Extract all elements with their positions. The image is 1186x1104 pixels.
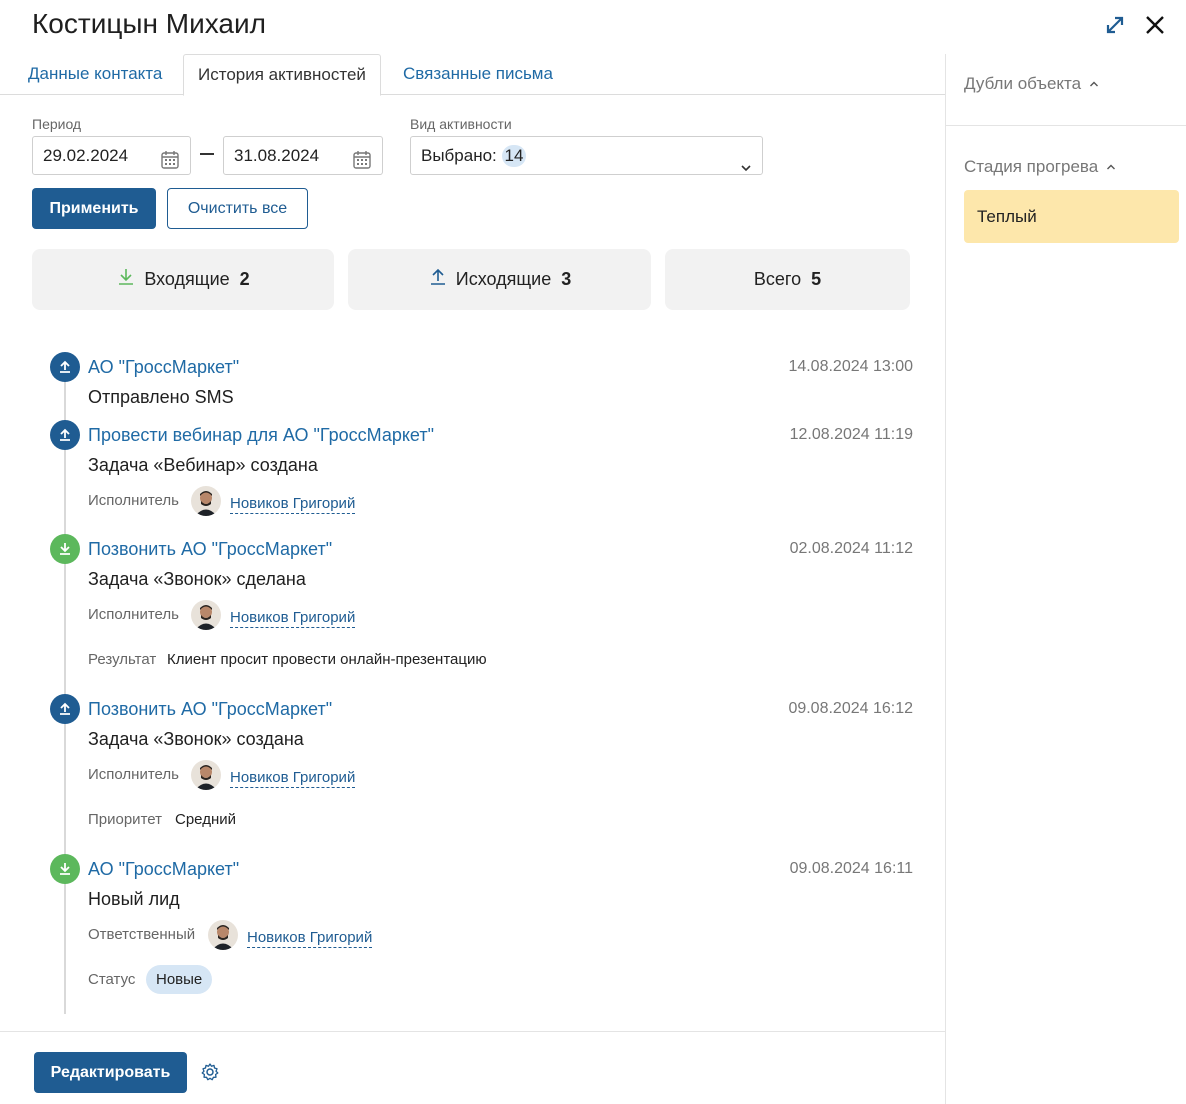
page-title: Костицын Михаил [32,8,266,39]
expand-icon[interactable] [1102,12,1128,38]
activity-type-select[interactable]: Выбрано: 14 [410,136,763,175]
tab-related-emails[interactable]: Связанные письма [389,54,567,95]
total-label: Всего [753,269,802,289]
event-subtitle: Новый лид [88,889,180,909]
tab-contact-data[interactable]: Данные контакта [14,54,176,95]
event-subtitle: Задача «Вебинар» создана [88,455,318,475]
stage-value: Теплый [964,190,1179,243]
period-label: Период [32,116,82,132]
upload-icon [50,694,80,724]
avatar [191,486,221,516]
calendar-icon[interactable] [160,146,180,183]
status-label: Статус [88,971,136,988]
chevron-down-icon [740,150,752,187]
assignee-link[interactable]: Новиков Григорий [230,769,356,788]
assignee-label: Исполнитель [88,766,179,783]
assignee-link[interactable]: Новиков Григорий [230,495,356,514]
upload-icon [428,267,448,292]
duplicates-section-toggle[interactable]: Дубли объекта [964,74,1099,94]
date-to-value: 31.08.2024 [234,146,320,165]
priority-label: Приоритет [88,811,162,828]
download-icon [50,534,80,564]
chevron-up-icon [1106,157,1116,177]
assignee-link[interactable]: Новиков Григорий [230,609,356,628]
right-sidebar: Дубли объекта Стадия прогрева Теплый [945,54,1186,1104]
event-title[interactable]: АО "ГроссМаркет" [88,859,239,880]
timeline-line [64,370,66,1014]
priority-value: Средний [175,811,236,828]
activity-type-label: Вид активности [410,116,512,132]
avatar [208,920,238,950]
event-date: 02.08.2024 11:12 [789,540,913,557]
total-stat[interactable]: Всего 5 [665,249,910,310]
clear-all-button[interactable]: Очистить все [167,188,308,229]
footer-divider [0,1031,945,1032]
event-subtitle: Отправлено SMS [88,387,234,407]
tab-bar: Данные контакта История активностей Связ… [0,54,945,96]
total-count: 5 [811,269,822,289]
outgoing-label: Исходящие [455,269,552,289]
activity-count-badge: 14 [501,145,527,167]
assignee-label: Исполнитель [88,606,179,623]
date-to-field[interactable]: 31.08.2024 [223,136,383,175]
date-from-value: 29.02.2024 [43,146,129,165]
download-icon [50,854,80,884]
event-subtitle: Задача «Звонок» сделана [88,569,306,589]
event-title[interactable]: Позвонить АО "ГроссМаркет" [88,539,332,560]
calendar-icon[interactable] [352,146,372,183]
outgoing-stat[interactable]: Исходящие 3 [348,249,651,310]
date-from-field[interactable]: 29.02.2024 [32,136,191,175]
edit-button[interactable]: Редактировать [34,1052,187,1093]
chevron-up-icon [1089,74,1099,94]
stage-label: Стадия прогрева [964,157,1099,176]
event-date: 09.08.2024 16:11 [789,860,913,877]
activity-selected-prefix: Выбрано: [421,146,497,165]
upload-icon [50,420,80,450]
avatar [191,760,221,790]
event-title[interactable]: Провести вебинар для АО "ГроссМаркет" [88,425,434,446]
duplicates-label: Дубли объекта [964,74,1082,93]
result-value: Клиент просит провести онлайн-презентаци… [167,651,487,668]
event-subtitle: Задача «Звонок» создана [88,729,304,749]
incoming-stat[interactable]: Входящие 2 [32,249,334,310]
incoming-label: Входящие [144,269,230,289]
upload-icon [50,352,80,382]
close-icon[interactable] [1142,12,1168,38]
event-title[interactable]: Позвонить АО "ГроссМаркет" [88,699,332,720]
result-label: Результат [88,651,157,668]
event-date: 09.08.2024 16:12 [788,700,913,717]
apply-button[interactable]: Применить [32,188,156,229]
event-date: 12.08.2024 11:19 [789,426,913,443]
tab-activity-history[interactable]: История активностей [183,54,381,96]
event-date: 14.08.2024 13:00 [788,358,913,375]
incoming-count: 2 [239,269,250,289]
sidebar-divider [946,125,1186,126]
owner-label: Ответственный [88,926,196,943]
assignee-label: Исполнитель [88,492,179,509]
gear-icon[interactable] [200,1062,220,1087]
stage-section-toggle[interactable]: Стадия прогрева [964,157,1116,177]
event-title[interactable]: АО "ГроссМаркет" [88,357,239,378]
range-dash [200,153,214,155]
status-badge: Новые [146,965,213,994]
avatar [191,600,221,630]
download-icon [116,267,136,292]
outgoing-count: 3 [561,269,572,289]
owner-link[interactable]: Новиков Григорий [247,929,373,948]
